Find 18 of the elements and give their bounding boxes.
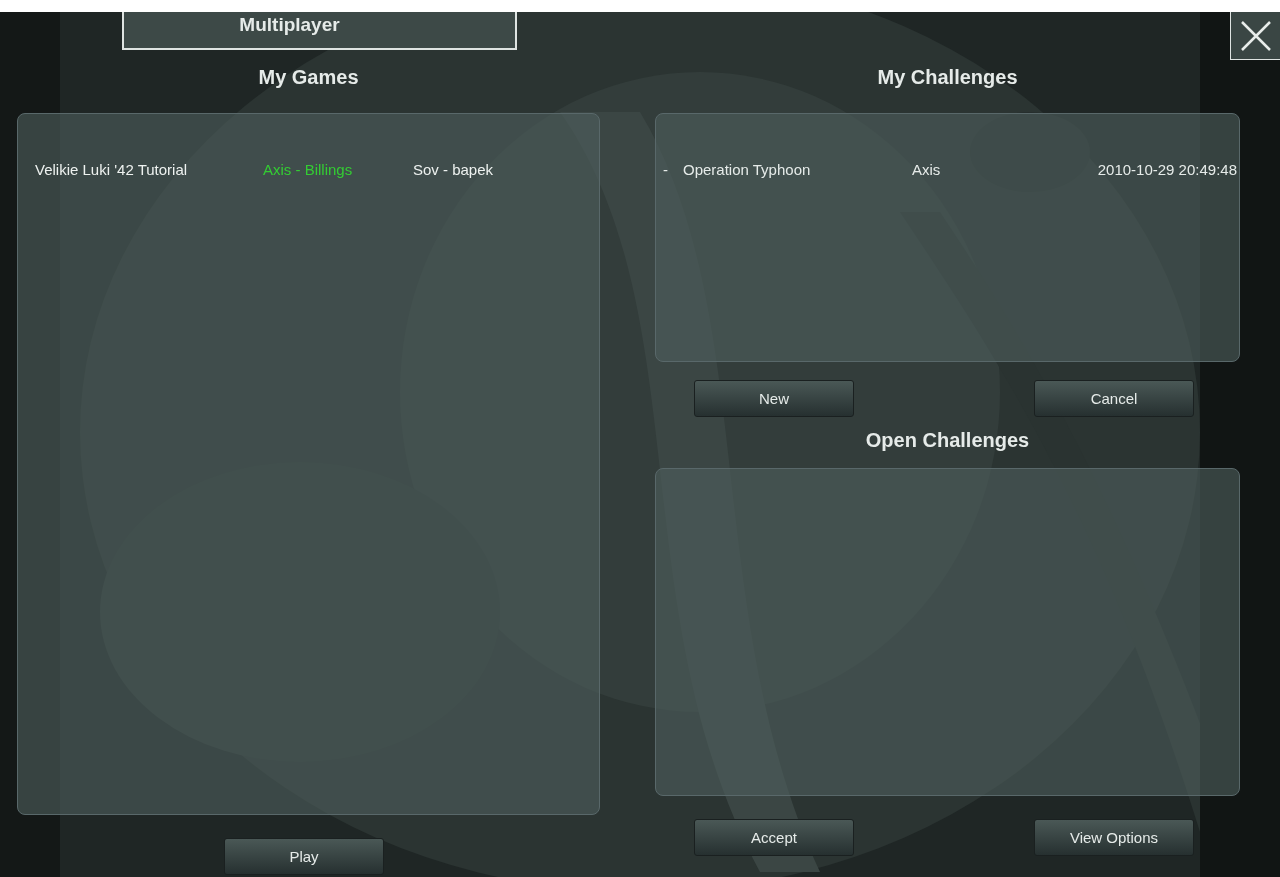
challenge-button[interactable]: New	[694, 380, 854, 417]
challenge-date: 2010-10-29 20:49:48	[1097, 161, 1238, 178]
challenge-button[interactable]: View Options	[1034, 819, 1194, 856]
game-cell-text: Axis - Billings	[263, 161, 354, 178]
section-heading: My Games	[257, 65, 360, 90]
side-name: Axis	[912, 161, 942, 178]
multiplayer-tab[interactable]: Multiplayer	[122, 12, 517, 50]
game-cell-text: Velikie Luki '42 Tutorial	[35, 161, 189, 178]
row-marker: -	[663, 161, 669, 178]
section-heading: My Challenges	[876, 65, 1019, 90]
play-button[interactable]: Play	[224, 838, 384, 875]
scenario-name: Operation Typhoon	[683, 161, 812, 178]
section-heading: Open Challenges	[864, 428, 1031, 453]
close-button[interactable]	[1230, 12, 1280, 60]
close-icon	[1238, 18, 1273, 53]
challenge-button[interactable]: Accept	[694, 819, 854, 856]
game-cell: Sov - bapek	[413, 161, 494, 178]
challenge-button[interactable]: Cancel	[1034, 380, 1194, 417]
